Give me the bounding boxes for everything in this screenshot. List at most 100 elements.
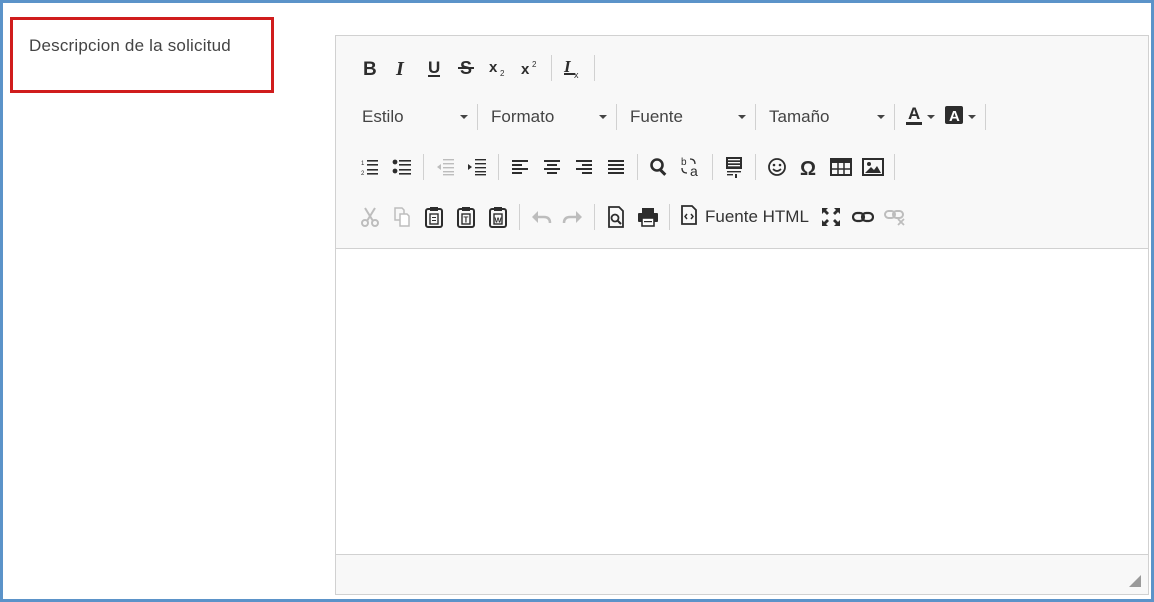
strikethrough-button[interactable]: S: [450, 53, 482, 83]
paste-text-button[interactable]: T: [450, 202, 482, 232]
svg-text:b: b: [681, 157, 687, 168]
svg-text:A: A: [908, 104, 920, 123]
image-button[interactable]: [857, 152, 889, 182]
find-icon: [649, 157, 669, 177]
align-left-button[interactable]: [504, 152, 536, 182]
svg-text:2: 2: [500, 69, 505, 78]
bulleted-list-icon: [392, 158, 412, 176]
resize-handle-icon[interactable]: [1128, 574, 1142, 588]
copy-button[interactable]: [386, 202, 418, 232]
superscript-icon: x2: [520, 58, 540, 78]
italic-button[interactable]: I: [386, 53, 418, 83]
toolbar-separator: [894, 154, 895, 180]
redo-button[interactable]: [557, 202, 589, 232]
bold-icon: B: [362, 59, 378, 77]
special-char-button[interactable]: Ω: [793, 152, 825, 182]
bold-button[interactable]: B: [354, 53, 386, 83]
italic-icon: I: [394, 59, 410, 77]
unlink-button[interactable]: [879, 202, 911, 232]
svg-text:x: x: [521, 61, 530, 78]
numbered-list-button[interactable]: 12: [354, 152, 386, 182]
svg-text:B: B: [363, 59, 377, 77]
replace-button[interactable]: ba: [675, 152, 707, 182]
svg-text:2: 2: [532, 60, 537, 69]
outdent-button[interactable]: [429, 152, 461, 182]
table-button[interactable]: [825, 152, 857, 182]
align-center-icon: [543, 159, 561, 175]
source-html-label: Fuente HTML: [705, 207, 809, 226]
format-combo-label: Formato: [491, 107, 555, 126]
toolbar-row-basic-styles: B I U S x2 x 2 I x: [354, 51, 600, 85]
format-combo[interactable]: Formato: [483, 102, 611, 132]
paste-icon: [424, 206, 444, 228]
toolbar-separator: [616, 104, 617, 130]
align-center-button[interactable]: [536, 152, 568, 182]
link-button[interactable]: [847, 202, 879, 232]
replace-icon: ba: [680, 156, 702, 178]
show-blocks-icon: [725, 156, 743, 178]
copy-icon: [392, 206, 412, 228]
bulleted-list-button[interactable]: [386, 152, 418, 182]
remove-format-button[interactable]: Ix: [557, 53, 589, 83]
underline-button[interactable]: U: [418, 53, 450, 83]
font-combo[interactable]: Fuente: [622, 102, 750, 132]
chevron-down-icon: [738, 115, 746, 119]
field-label-highlight: Descripcion de la solicitud: [10, 17, 274, 93]
source-html-button[interactable]: Fuente HTML: [675, 202, 815, 232]
remove-format-icon: Ix: [562, 57, 584, 79]
find-button[interactable]: [643, 152, 675, 182]
paste-word-button[interactable]: W: [482, 202, 514, 232]
align-left-icon: [511, 159, 529, 175]
table-icon: [830, 158, 852, 176]
toolbar-separator: [669, 204, 670, 230]
superscript-button[interactable]: x2: [514, 53, 546, 83]
chevron-down-icon: [927, 115, 935, 119]
editor-content-area[interactable]: [336, 250, 1148, 553]
align-right-button[interactable]: [568, 152, 600, 182]
indent-button[interactable]: [461, 152, 493, 182]
svg-text:1: 1: [361, 161, 365, 167]
rich-text-editor: B I U S x2 x 2 I x Estilo Formato Fuente…: [335, 35, 1149, 595]
toolbar-row-clipboard: T W Fuente HTML: [354, 200, 911, 234]
preview-button[interactable]: [600, 202, 632, 232]
toolbar-separator: [423, 154, 424, 180]
svg-text:a: a: [690, 163, 698, 178]
subscript-icon: x2: [488, 58, 508, 78]
undo-button[interactable]: [525, 202, 557, 232]
editor-toolbar: B I U S x2 x 2 I x Estilo Formato Fuente…: [336, 36, 1148, 249]
justify-button[interactable]: [600, 152, 632, 182]
subscript-button[interactable]: x2: [482, 53, 514, 83]
smiley-button[interactable]: [761, 152, 793, 182]
toolbar-separator: [755, 104, 756, 130]
strikethrough-icon: S: [457, 58, 475, 78]
show-blocks-button[interactable]: [718, 152, 750, 182]
size-combo[interactable]: Tamaño: [761, 102, 889, 132]
toolbar-separator: [712, 154, 713, 180]
background-color-icon: A: [944, 105, 964, 130]
align-right-icon: [575, 159, 593, 175]
special-char-icon: Ω: [799, 157, 819, 177]
outdent-icon: [435, 158, 455, 176]
toolbar-separator: [894, 104, 895, 130]
text-color-button[interactable]: A: [900, 102, 940, 132]
font-combo-label: Fuente: [630, 107, 683, 126]
style-combo[interactable]: Estilo: [354, 102, 472, 132]
paste-button[interactable]: [418, 202, 450, 232]
svg-text:I: I: [395, 59, 405, 77]
maximize-icon: [821, 207, 841, 227]
underline-icon: U: [426, 58, 442, 78]
svg-text:U: U: [428, 58, 440, 77]
chevron-down-icon: [599, 115, 607, 119]
numbered-list-icon: 12: [361, 158, 379, 176]
cut-button[interactable]: [354, 202, 386, 232]
maximize-button[interactable]: [815, 202, 847, 232]
undo-icon: [530, 208, 552, 226]
preview-icon: [607, 206, 625, 228]
size-combo-label: Tamaño: [769, 107, 830, 126]
link-icon: [851, 210, 874, 224]
svg-text:T: T: [464, 216, 469, 225]
print-button[interactable]: [632, 202, 664, 232]
svg-text:2: 2: [361, 171, 365, 176]
background-color-button[interactable]: A: [940, 102, 980, 132]
svg-text:Ω: Ω: [800, 158, 816, 177]
